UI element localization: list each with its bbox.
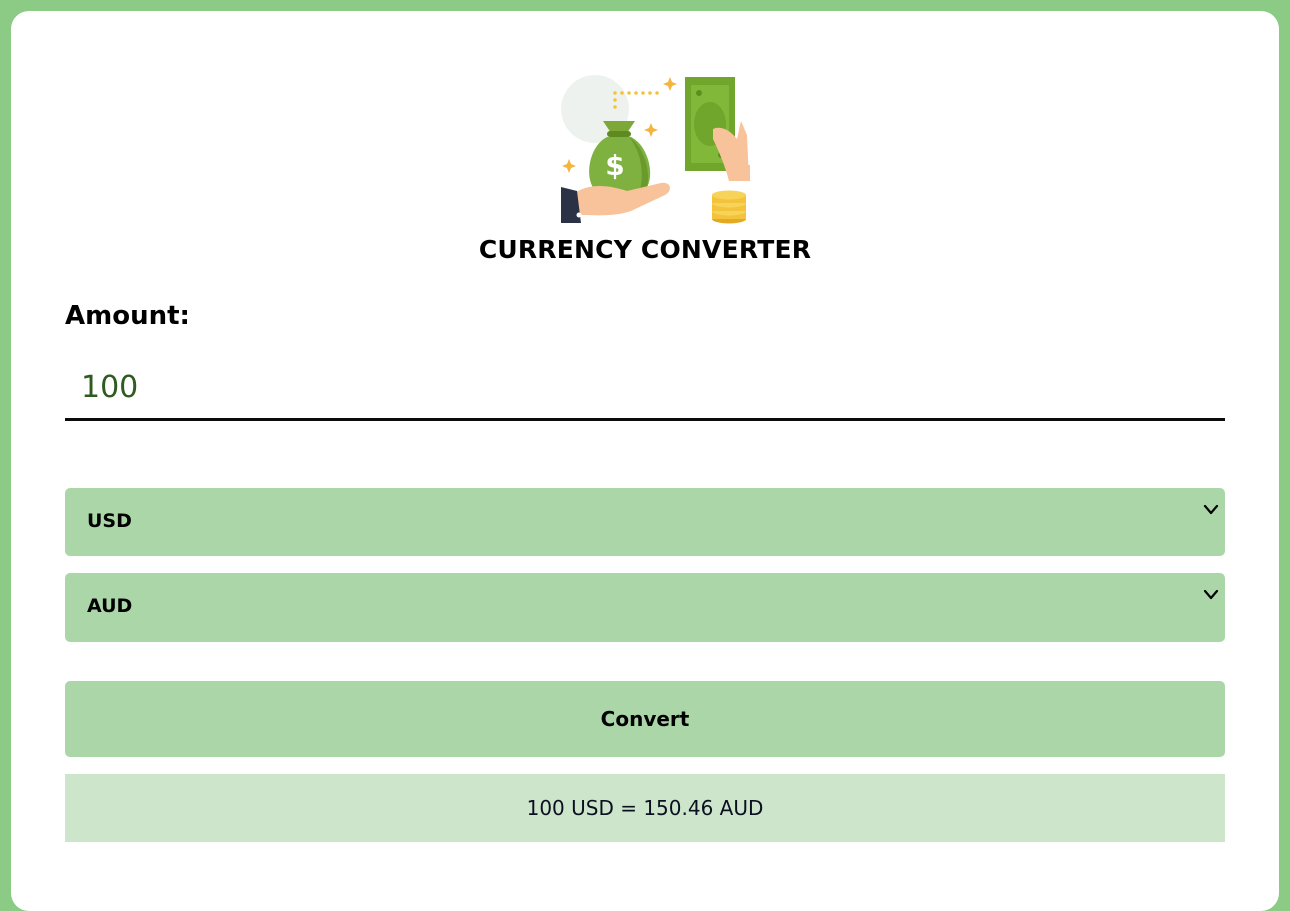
converter-card: $ CURRENCY CONVERTER Amount: USD bbox=[11, 11, 1279, 911]
convert-button[interactable]: Convert bbox=[65, 681, 1225, 757]
chevron-down-icon bbox=[1203, 504, 1219, 515]
svg-text:$: $ bbox=[605, 149, 624, 182]
conversion-result: 100 USD = 150.46 AUD bbox=[65, 774, 1225, 842]
to-currency-value: AUD bbox=[87, 595, 133, 617]
from-currency-select[interactable]: USD bbox=[65, 488, 1225, 556]
page-title: CURRENCY CONVERTER bbox=[478, 235, 812, 264]
from-currency-value: USD bbox=[87, 510, 132, 532]
chevron-down-icon bbox=[1203, 589, 1219, 600]
amount-label: Amount: bbox=[65, 301, 190, 331]
amount-input[interactable] bbox=[65, 357, 1225, 421]
to-currency-select[interactable]: AUD bbox=[65, 573, 1225, 642]
money-exchange-illustration-icon: $ bbox=[561, 75, 750, 224]
